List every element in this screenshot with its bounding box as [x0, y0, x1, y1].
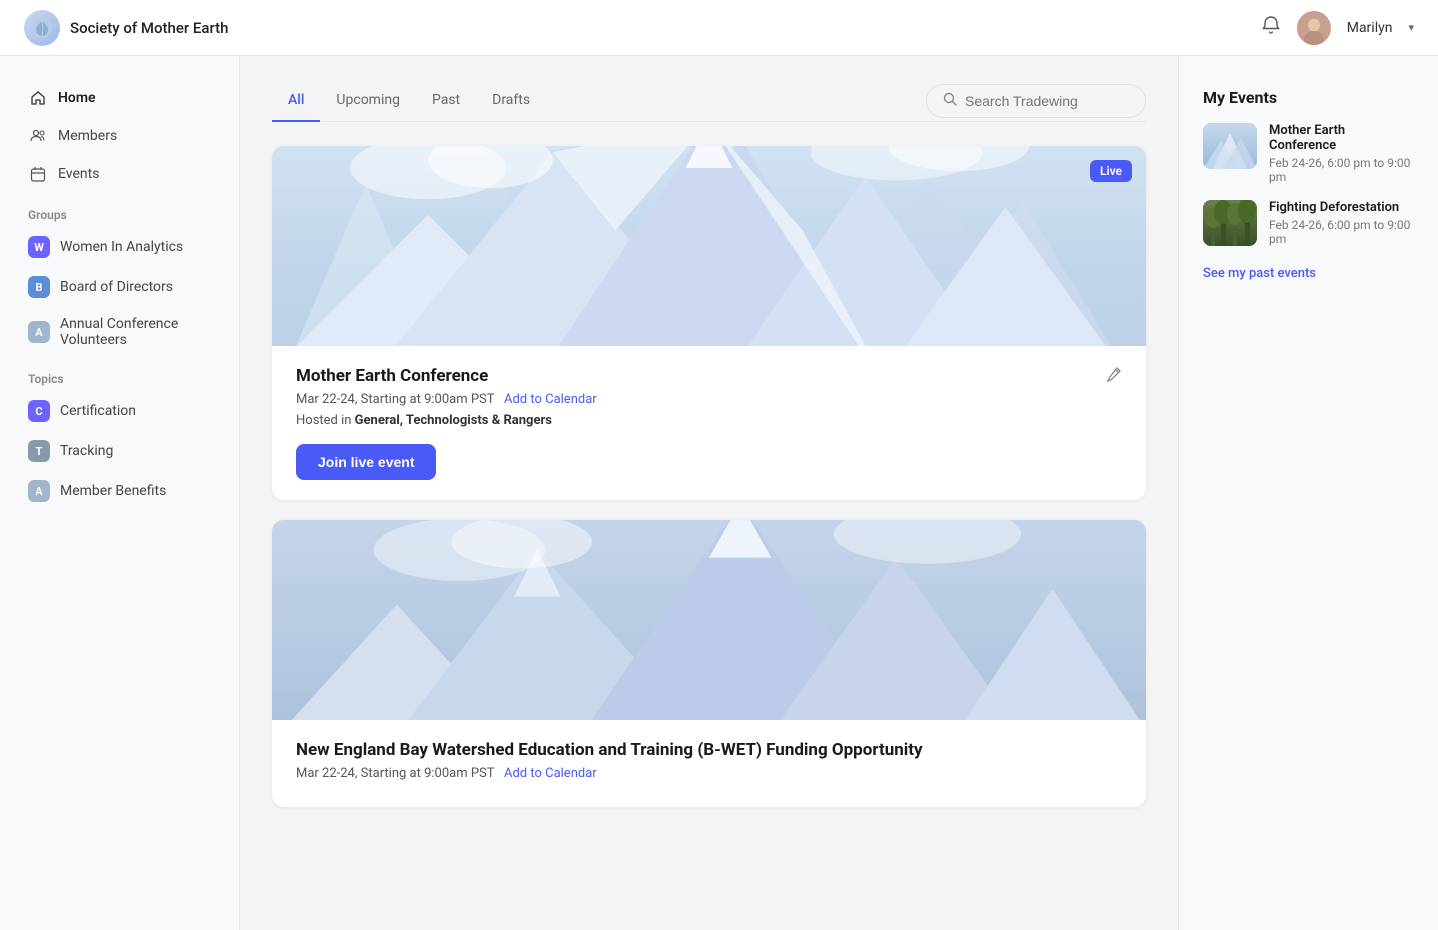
event-title-2: New England Bay Watershed Education and …: [296, 740, 923, 760]
bell-icon[interactable]: [1261, 15, 1281, 40]
my-event-thumb-2: [1203, 200, 1257, 246]
my-event-date-1: Feb 24-26, 6:00 pm to 9:00 pm: [1269, 156, 1414, 184]
event-image-container-2: [272, 520, 1146, 720]
event-image-container-1: Live: [272, 146, 1146, 346]
member-benefits-label: Member Benefits: [60, 483, 166, 499]
sidebar-item-annual-conference[interactable]: A Annual Conference Volunteers: [16, 308, 223, 356]
sidebar-events-label: Events: [58, 166, 99, 182]
my-event-name-1: Mother Earth Conference: [1269, 123, 1414, 153]
event-title-1: Mother Earth Conference: [296, 366, 488, 386]
event-hosted-1: Hosted in General, Technologists & Range…: [296, 413, 1122, 428]
search-box: [926, 84, 1146, 118]
topics-section-label: Topics: [28, 372, 211, 386]
tracking-label: Tracking: [60, 443, 113, 459]
events-tabs: All Upcoming Past Drafts: [272, 80, 1146, 122]
tab-upcoming[interactable]: Upcoming: [320, 80, 416, 122]
event-meta-1: Mar 22-24, Starting at 9:00am PST Add to…: [296, 392, 1122, 407]
user-name[interactable]: Marilyn: [1347, 20, 1393, 36]
my-event-date-2: Feb 24-26, 6:00 pm to 9:00 pm: [1269, 218, 1414, 246]
live-badge: Live: [1090, 160, 1132, 182]
topnav-right: Marilyn ▾: [1261, 11, 1414, 45]
women-in-analytics-label: Women In Analytics: [60, 239, 183, 255]
event-card-2: New England Bay Watershed Education and …: [272, 520, 1146, 807]
see-past-events-link[interactable]: See my past events: [1203, 266, 1316, 281]
event-image-2: [272, 520, 1146, 720]
event-body-1: Mother Earth Conference Mar 22-24, Start…: [272, 346, 1146, 500]
search-icon: [943, 92, 957, 110]
sidebar-item-member-benefits[interactable]: A Member Benefits: [16, 472, 223, 510]
member-benefits-badge: A: [28, 480, 50, 502]
my-event-item-2: Fighting Deforestation Feb 24-26, 6:00 p…: [1203, 200, 1414, 246]
event-image-1: [272, 146, 1146, 346]
certification-label: Certification: [60, 403, 136, 419]
women-in-analytics-badge: W: [28, 236, 50, 258]
event-title-row-2: New England Bay Watershed Education and …: [296, 740, 1122, 760]
sidebar-home-label: Home: [58, 90, 96, 106]
sidebar-item-events[interactable]: Events: [16, 156, 223, 192]
join-live-event-button[interactable]: Join live event: [296, 444, 436, 480]
hosted-groups-1: General, Technologists & Rangers: [355, 413, 552, 428]
chevron-down-icon[interactable]: ▾: [1408, 21, 1414, 34]
sidebar-item-members[interactable]: Members: [16, 118, 223, 154]
home-icon: [28, 88, 48, 108]
events-list: Live Mother Earth Conference Mar 22-24, …: [272, 146, 1146, 807]
groups-section-label: Groups: [28, 208, 211, 222]
main-content: Events All Upcoming Past Drafts: [240, 0, 1178, 839]
event-meta-2: Mar 22-24, Starting at 9:00am PST Add to…: [296, 766, 1122, 781]
my-event-info-2: Fighting Deforestation Feb 24-26, 6:00 p…: [1269, 200, 1414, 246]
hosted-prefix-1: Hosted in: [296, 413, 355, 428]
sidebar-item-certification[interactable]: C Certification: [16, 392, 223, 430]
tracking-badge: T: [28, 440, 50, 462]
add-calendar-link-2[interactable]: Add to Calendar: [504, 766, 597, 781]
my-event-name-2: Fighting Deforestation: [1269, 200, 1414, 215]
events-icon: [28, 164, 48, 184]
my-events-title: My Events: [1203, 88, 1414, 107]
annual-conference-badge: A: [28, 321, 50, 343]
tab-past[interactable]: Past: [416, 80, 476, 122]
members-icon: [28, 126, 48, 146]
app-title: Society of Mother Earth: [70, 19, 228, 37]
event-title-row-1: Mother Earth Conference: [296, 366, 1122, 386]
app-brand: Society of Mother Earth: [24, 10, 228, 46]
sidebar-item-women-in-analytics[interactable]: W Women In Analytics: [16, 228, 223, 266]
my-event-info-1: Mother Earth Conference Feb 24-26, 6:00 …: [1269, 123, 1414, 184]
sidebar-item-home[interactable]: Home: [16, 80, 223, 116]
board-of-directors-badge: B: [28, 276, 50, 298]
sidebar-item-tracking[interactable]: T Tracking: [16, 432, 223, 470]
event-body-2: New England Bay Watershed Education and …: [272, 720, 1146, 807]
board-of-directors-label: Board of Directors: [60, 279, 173, 295]
event-date-1: Mar 22-24, Starting at 9:00am PST: [296, 392, 494, 407]
topnav: Society of Mother Earth Marilyn ▾: [0, 0, 1438, 56]
avatar[interactable]: [1297, 11, 1331, 45]
my-events-panel: My Events Mother Earth Conference Feb 24…: [1178, 56, 1438, 930]
annual-conference-label: Annual Conference Volunteers: [60, 316, 211, 348]
event-date-2: Mar 22-24, Starting at 9:00am PST: [296, 766, 494, 781]
my-event-item: Mother Earth Conference Feb 24-26, 6:00 …: [1203, 123, 1414, 184]
sidebar-members-label: Members: [58, 128, 117, 144]
search-input[interactable]: [965, 93, 1129, 109]
sidebar-item-board-of-directors[interactable]: B Board of Directors: [16, 268, 223, 306]
sidebar: Home Members Events Groups W Women In An…: [0, 56, 240, 930]
edit-icon-1[interactable]: [1106, 366, 1122, 386]
tab-all[interactable]: All: [272, 80, 320, 122]
my-event-thumb-1: [1203, 123, 1257, 169]
app-logo: [24, 10, 60, 46]
tab-drafts[interactable]: Drafts: [476, 80, 546, 122]
event-card-1: Live Mother Earth Conference Mar 22-24, …: [272, 146, 1146, 500]
certification-badge: C: [28, 400, 50, 422]
add-calendar-link-1[interactable]: Add to Calendar: [504, 392, 597, 407]
